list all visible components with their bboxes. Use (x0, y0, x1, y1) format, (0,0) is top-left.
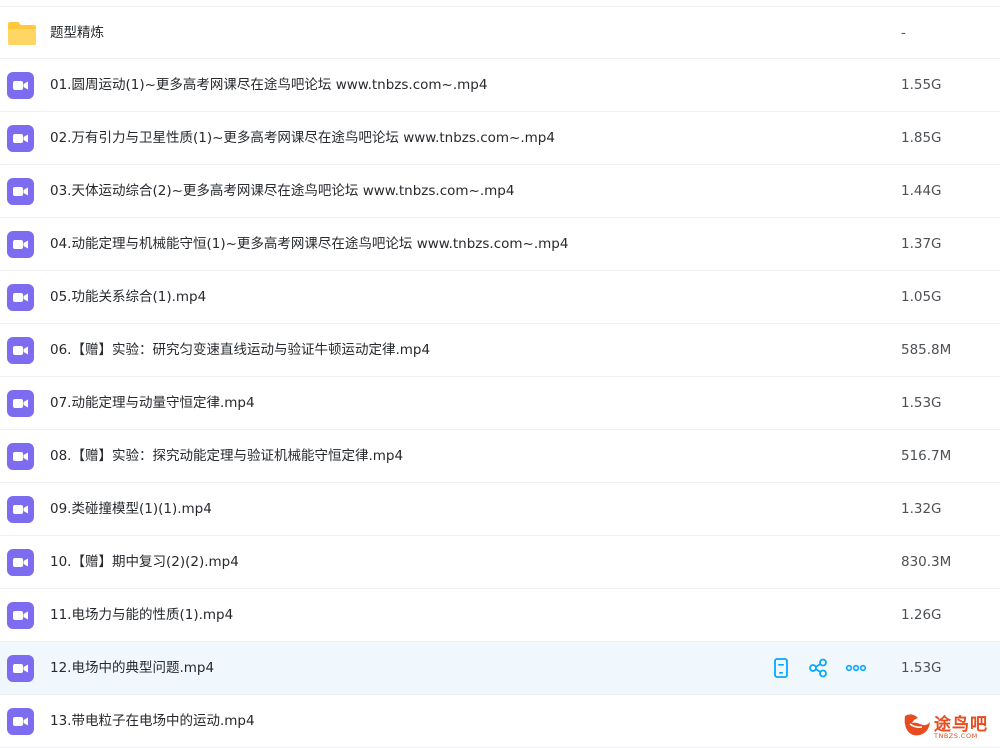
file-size: 1.26G (901, 607, 942, 623)
file-size: 1.53G (901, 395, 942, 411)
file-name[interactable]: 03.天体运动综合(2)~更多高考网课尽在途鸟吧论坛 www.tnbzs.com… (50, 165, 514, 217)
folder-icon (7, 20, 36, 47)
file-name[interactable]: 11.电场力与能的性质(1).mp4 (50, 589, 233, 641)
file-list: 题型精炼 - 01.圆周运动(1)~更多高考网课尽在途鸟吧论坛 www.tnbz… (0, 6, 1000, 748)
video-file-icon (7, 231, 34, 258)
file-size: 1.37G (901, 236, 942, 252)
video-file-icon (7, 655, 34, 682)
file-name[interactable]: 07.动能定理与动量守恒定律.mp4 (50, 377, 255, 429)
list-item[interactable]: 05.功能关系综合(1).mp4 1.05G (0, 271, 1000, 324)
list-item[interactable]: 08.【赠】实验：探究动能定理与验证机械能守恒定律.mp4 516.7M (0, 430, 1000, 483)
file-name[interactable]: 09.类碰撞模型(1)(1).mp4 (50, 483, 212, 535)
video-file-icon (7, 549, 34, 576)
file-size: 830.3M (901, 554, 952, 570)
list-item-folder[interactable]: 题型精炼 - (0, 6, 1000, 59)
video-file-icon (7, 178, 34, 205)
video-file-icon (7, 708, 34, 735)
list-item[interactable]: 06.【赠】实验：研究匀变速直线运动与验证牛顿运动定律.mp4 585.8M (0, 324, 1000, 377)
file-size: 1.53G (901, 660, 942, 676)
video-file-icon (7, 337, 34, 364)
file-size: 1.55G (901, 77, 942, 93)
video-file-icon (7, 72, 34, 99)
file-name[interactable]: 06.【赠】实验：研究匀变速直线运动与验证牛顿运动定律.mp4 (50, 324, 430, 376)
file-name[interactable]: 12.电场中的典型问题.mp4 (50, 642, 214, 694)
video-file-icon (7, 284, 34, 311)
list-item[interactable]: 02.万有引力与卫星性质(1)~更多高考网课尽在途鸟吧论坛 www.tnbzs.… (0, 112, 1000, 165)
file-size: 1.32G (901, 501, 942, 517)
file-name[interactable]: 04.动能定理与机械能守恒(1)~更多高考网课尽在途鸟吧论坛 www.tnbzs… (50, 218, 568, 270)
file-name[interactable]: 05.功能关系综合(1).mp4 (50, 271, 206, 323)
file-name[interactable]: 01.圆周运动(1)~更多高考网课尽在途鸟吧论坛 www.tnbzs.com~.… (50, 59, 487, 111)
list-item[interactable]: 07.动能定理与动量守恒定律.mp4 1.53G (0, 377, 1000, 430)
list-item[interactable]: 03.天体运动综合(2)~更多高考网课尽在途鸟吧论坛 www.tnbzs.com… (0, 165, 1000, 218)
list-item[interactable]: 01.圆周运动(1)~更多高考网课尽在途鸟吧论坛 www.tnbzs.com~.… (0, 59, 1000, 112)
video-file-icon (7, 390, 34, 417)
list-item[interactable]: 13.带电粒子在电场中的运动.mp4 (0, 695, 1000, 748)
video-file-icon (7, 443, 34, 470)
more-icon[interactable] (845, 657, 867, 679)
file-name[interactable]: 13.带电粒子在电场中的运动.mp4 (50, 695, 255, 747)
list-item[interactable]: 10.【赠】期中复习(2)(2).mp4 830.3M (0, 536, 1000, 589)
list-item[interactable]: 09.类碰撞模型(1)(1).mp4 1.32G (0, 483, 1000, 536)
file-size: 585.8M (901, 342, 952, 358)
bird-logo-icon (902, 710, 934, 744)
watermark-logo: 途鸟吧 TNBZS.COM (900, 708, 998, 744)
file-size: 1.44G (901, 183, 942, 199)
file-size: - (901, 25, 906, 41)
list-item[interactable]: 04.动能定理与机械能守恒(1)~更多高考网课尽在途鸟吧论坛 www.tnbzs… (0, 218, 1000, 271)
file-size: 516.7M (901, 448, 952, 464)
list-item[interactable]: 11.电场力与能的性质(1).mp4 1.26G (0, 589, 1000, 642)
phone-icon[interactable] (770, 657, 792, 679)
file-name[interactable]: 10.【赠】期中复习(2)(2).mp4 (50, 536, 239, 588)
share-icon[interactable] (807, 657, 829, 679)
file-size: 1.85G (901, 130, 942, 146)
video-file-icon (7, 125, 34, 152)
list-item-hovered[interactable]: 12.电场中的典型问题.mp4 1.53G (0, 642, 1000, 695)
file-size: 1.05G (901, 289, 942, 305)
file-name[interactable]: 题型精炼 (50, 7, 104, 59)
video-file-icon (7, 496, 34, 523)
file-name[interactable]: 08.【赠】实验：探究动能定理与验证机械能守恒定律.mp4 (50, 430, 403, 482)
file-name[interactable]: 02.万有引力与卫星性质(1)~更多高考网课尽在途鸟吧论坛 www.tnbzs.… (50, 112, 555, 164)
watermark-subtext: TNBZS.COM (934, 732, 978, 740)
video-file-icon (7, 602, 34, 629)
